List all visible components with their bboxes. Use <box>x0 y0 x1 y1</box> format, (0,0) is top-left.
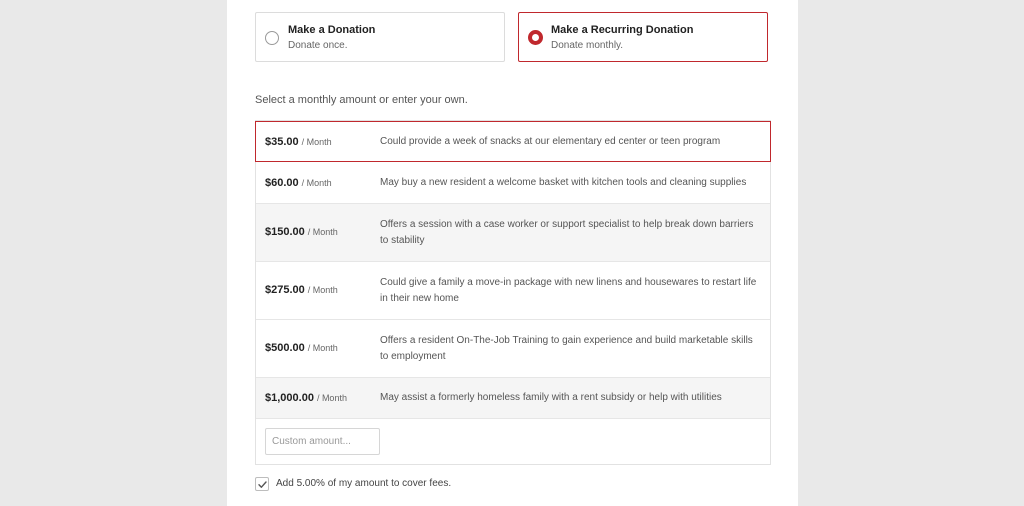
amount-value: $150.00/ Month <box>265 226 338 238</box>
amount-row-35[interactable]: $35.00/ Month Could provide a week of sn… <box>255 121 771 162</box>
amount-row-1000[interactable]: $1,000.00/ Month May assist a formerly h… <box>256 378 770 419</box>
amount-row-275[interactable]: $275.00/ Month Could give a family a mov… <box>256 262 770 320</box>
amount-description: May assist a formerly homeless family wi… <box>380 392 722 403</box>
fee-checkbox[interactable] <box>255 477 269 491</box>
amount-description: May buy a new resident a welcome basket … <box>380 177 747 188</box>
amount-row-150[interactable]: $150.00/ Month Offers a session with a c… <box>256 204 770 262</box>
amount-period: / Month <box>316 393 347 403</box>
amount-instruction: Select a monthly amount or enter your ow… <box>255 94 468 106</box>
option-subtitle: Donate monthly. <box>551 40 624 51</box>
radio-button-selected[interactable] <box>528 30 543 45</box>
one-time-donation-option[interactable]: Make a Donation Donate once. <box>255 12 505 62</box>
amount-description: Offers a session with a case worker or s… <box>380 219 754 246</box>
amount-period: / Month <box>307 285 338 295</box>
recurring-donation-option[interactable]: Make a Recurring Donation Donate monthly… <box>518 12 768 62</box>
fee-label: Add 5.00% of my amount to cover fees. <box>276 478 452 489</box>
amount-row-60[interactable]: $60.00/ Month May buy a new resident a w… <box>256 162 770 204</box>
amount-description: Could provide a week of snacks at our el… <box>380 136 721 147</box>
option-title: Make a Recurring Donation <box>551 24 694 36</box>
amount-value: $1,000.00/ Month <box>265 392 347 404</box>
amount-period: / Month <box>301 178 332 188</box>
amount-value: $275.00/ Month <box>265 284 338 296</box>
option-title: Make a Donation <box>288 24 376 36</box>
checkmark-icon <box>258 481 267 488</box>
amount-description: Offers a resident On-The-Job Training to… <box>380 335 753 362</box>
amount-description: Could give a family a move-in package wi… <box>380 277 757 304</box>
amount-period: / Month <box>307 343 338 353</box>
amount-row-500[interactable]: $500.00/ Month Offers a resident On-The-… <box>256 320 770 378</box>
custom-amount-input[interactable] <box>265 428 380 455</box>
radio-button[interactable] <box>265 31 279 45</box>
amount-period: / Month <box>307 227 338 237</box>
amount-period: / Month <box>301 137 332 147</box>
amount-list: $35.00/ Month Could provide a week of sn… <box>255 120 771 465</box>
option-subtitle: Donate once. <box>288 40 348 51</box>
amount-value: $35.00/ Month <box>265 136 332 148</box>
amount-value: $60.00/ Month <box>265 177 332 189</box>
amount-value: $500.00/ Month <box>265 342 338 354</box>
